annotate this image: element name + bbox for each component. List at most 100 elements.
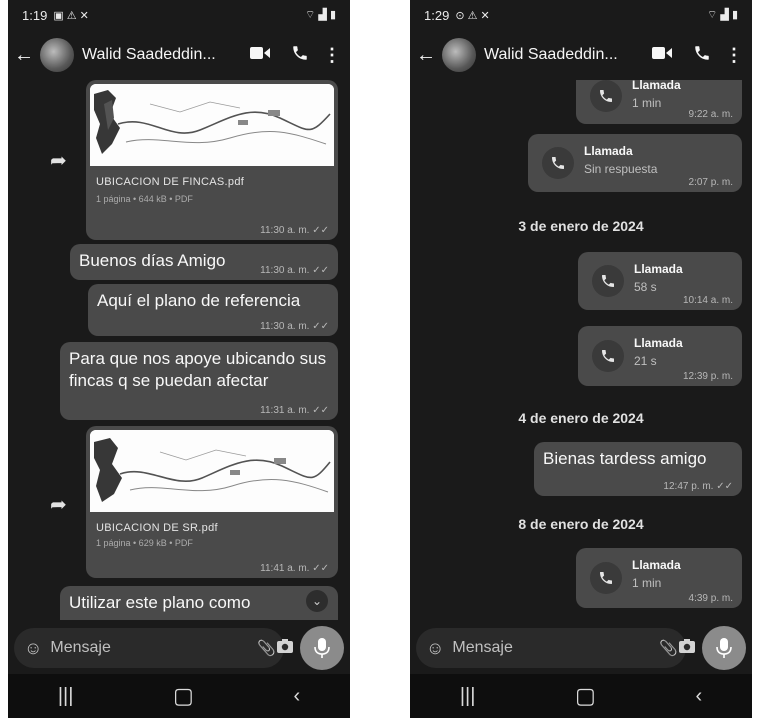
- more-vert-icon[interactable]: ⋮: [722, 45, 746, 66]
- system-nav-bar: ||| ▢ ‹: [8, 674, 350, 718]
- document-info: 1 página • 644 kB • PDF: [96, 194, 193, 204]
- call-duration: 21 s: [634, 354, 657, 368]
- chat-header: ← Walid Saadeddin... ⋮: [410, 30, 752, 80]
- message-input-pill: ☺ 📎: [14, 628, 294, 668]
- message-text: Utilizar este plano como: [69, 593, 251, 612]
- message-input[interactable]: [452, 639, 660, 657]
- call-message[interactable]: Llamada 1 min 9:22 a. m.: [576, 80, 742, 124]
- home-icon[interactable]: ▢: [173, 683, 194, 709]
- message-bubble[interactable]: Buenos días Amigo 11:30 a. m. ✓✓: [70, 244, 338, 280]
- scroll-down-icon[interactable]: ⌄: [306, 590, 328, 612]
- contact-name[interactable]: Walid Saadeddin...: [82, 46, 240, 64]
- emoji-icon[interactable]: ☺: [24, 638, 42, 659]
- call-title: Llamada: [632, 558, 681, 572]
- camera-icon[interactable]: [678, 638, 696, 658]
- attach-icon[interactable]: 📎: [257, 639, 276, 657]
- message-time: 11:30 a. m. ✓✓: [260, 225, 329, 236]
- call-title: Llamada: [634, 336, 683, 350]
- call-message[interactable]: Llamada 21 s 12:39 p. m.: [578, 326, 742, 386]
- nav-back-icon[interactable]: ‹: [695, 685, 702, 708]
- nav-back-icon[interactable]: ‹: [293, 685, 300, 708]
- document-message[interactable]: UBICACION DE SR.pdf 1 página • 629 kB • …: [86, 426, 338, 578]
- more-vert-icon[interactable]: ⋮: [320, 45, 344, 66]
- call-title: Llamada: [584, 144, 633, 158]
- camera-icon[interactable]: [276, 638, 294, 658]
- call-message[interactable]: Llamada 58 s 10:14 a. m.: [578, 252, 742, 310]
- call-icon: [592, 340, 624, 372]
- home-icon[interactable]: ▢: [575, 683, 596, 709]
- status-icons-right: ⌔ ▟ ▮: [305, 9, 336, 21]
- message-time: 11:41 a. m. ✓✓: [260, 563, 329, 574]
- message-input-pill: ☺ 📎: [416, 628, 696, 668]
- message-time: 11:30 a. m. ✓✓: [260, 265, 329, 276]
- document-name: UBICACION DE SR.pdf: [96, 522, 218, 534]
- attach-icon[interactable]: 📎: [659, 639, 678, 657]
- left-phone-screen: 1:19 ▣ ⚠ ✕ ⌔ ▟ ▮ ← Walid Saadeddin... ⋮ …: [8, 0, 350, 718]
- document-thumbnail: [90, 430, 334, 512]
- message-time: 9:22 a. m.: [688, 109, 733, 120]
- recent-apps-icon[interactable]: |||: [58, 685, 74, 708]
- call-title: Llamada: [634, 262, 683, 276]
- message-bubble[interactable]: Aquí el plano de referencia 11:30 a. m. …: [88, 284, 338, 336]
- forward-icon[interactable]: ➦: [50, 148, 67, 173]
- avatar[interactable]: [442, 38, 476, 72]
- chat-area: ➦ UBICACION DE FINCAS.pdf 1 página • 644…: [8, 80, 350, 620]
- message-time: 11:30 a. m. ✓✓: [260, 321, 329, 332]
- status-icons-left: ▣ ⚠ ✕: [53, 9, 89, 22]
- chat-header: ← Walid Saadeddin... ⋮: [8, 30, 350, 80]
- message-bubble[interactable]: Para que nos apoye ubicando sus fincas q…: [60, 342, 338, 420]
- mic-button[interactable]: [702, 626, 746, 670]
- document-info: 1 página • 629 kB • PDF: [96, 538, 193, 548]
- message-time: 12:47 p. m. ✓✓: [663, 481, 733, 492]
- message-time: 10:14 a. m.: [682, 295, 733, 306]
- back-arrow-icon[interactable]: ←: [416, 44, 438, 67]
- message-text: Para que nos apoye ubicando sus fincas q…: [69, 349, 327, 390]
- avatar[interactable]: [40, 38, 74, 72]
- mic-icon: [716, 638, 732, 658]
- call-icon: [542, 147, 574, 179]
- status-time: 1:19: [22, 7, 48, 23]
- message-bubble[interactable]: Bienas tardess amigo 12:47 p. m. ✓✓: [534, 442, 742, 496]
- chat-area: Llamada 1 min 9:22 a. m. Llamada Sin res…: [410, 80, 752, 620]
- date-separator: 8 de enero de 2024: [518, 516, 644, 532]
- mic-icon: [314, 638, 330, 658]
- call-icon: [592, 265, 624, 297]
- back-arrow-icon[interactable]: ←: [14, 44, 36, 67]
- right-phone-screen: 1:29 ⊙ ⚠ ✕ ⌔ ▟ ▮ ← Walid Saadeddin... ⋮ …: [410, 0, 752, 718]
- video-call-icon[interactable]: [240, 46, 280, 65]
- call-status: Sin respuesta: [584, 162, 658, 176]
- phone-icon[interactable]: [682, 44, 722, 67]
- system-nav-bar: ||| ▢ ‹: [410, 674, 752, 718]
- video-call-icon[interactable]: [642, 46, 682, 65]
- status-time: 1:29: [424, 7, 450, 23]
- document-thumbnail: [90, 84, 334, 166]
- status-icons-left: ⊙ ⚠ ✕: [455, 9, 490, 22]
- message-input[interactable]: [50, 639, 258, 657]
- recent-apps-icon[interactable]: |||: [460, 685, 476, 708]
- status-bar: 1:29 ⊙ ⚠ ✕ ⌔ ▟ ▮: [410, 0, 752, 30]
- message-text: Bienas tardess amigo: [543, 449, 707, 468]
- call-duration: 1 min: [632, 96, 662, 110]
- date-separator: 4 de enero de 2024: [518, 410, 644, 426]
- call-title: Llamada: [632, 80, 681, 92]
- document-message[interactable]: UBICACION DE FINCAS.pdf 1 página • 644 k…: [86, 80, 338, 240]
- mic-button[interactable]: [300, 626, 344, 670]
- message-time: 11:31 a. m. ✓✓: [260, 405, 329, 416]
- call-icon: [590, 80, 622, 112]
- status-icons-right: ⌔ ▟ ▮: [707, 9, 738, 21]
- date-separator: 3 de enero de 2024: [518, 218, 644, 234]
- message-time: 2:07 p. m.: [688, 177, 733, 188]
- call-message[interactable]: Llamada Sin respuesta 2:07 p. m.: [528, 134, 742, 192]
- contact-name[interactable]: Walid Saadeddin...: [484, 46, 642, 64]
- call-message[interactable]: Llamada 1 min 4:39 p. m.: [576, 548, 742, 608]
- message-input-bar: ☺ 📎: [8, 622, 350, 674]
- call-duration: 1 min: [632, 576, 662, 590]
- emoji-icon[interactable]: ☺: [426, 638, 444, 659]
- call-duration: 58 s: [634, 280, 657, 294]
- phone-icon[interactable]: [280, 44, 320, 67]
- message-bubble[interactable]: Utilizar este plano como ⌄: [60, 586, 338, 620]
- message-input-bar: ☺ 📎: [410, 622, 752, 674]
- message-time: 12:39 p. m.: [682, 371, 733, 382]
- forward-icon[interactable]: ➦: [50, 492, 67, 517]
- status-bar: 1:19 ▣ ⚠ ✕ ⌔ ▟ ▮: [8, 0, 350, 30]
